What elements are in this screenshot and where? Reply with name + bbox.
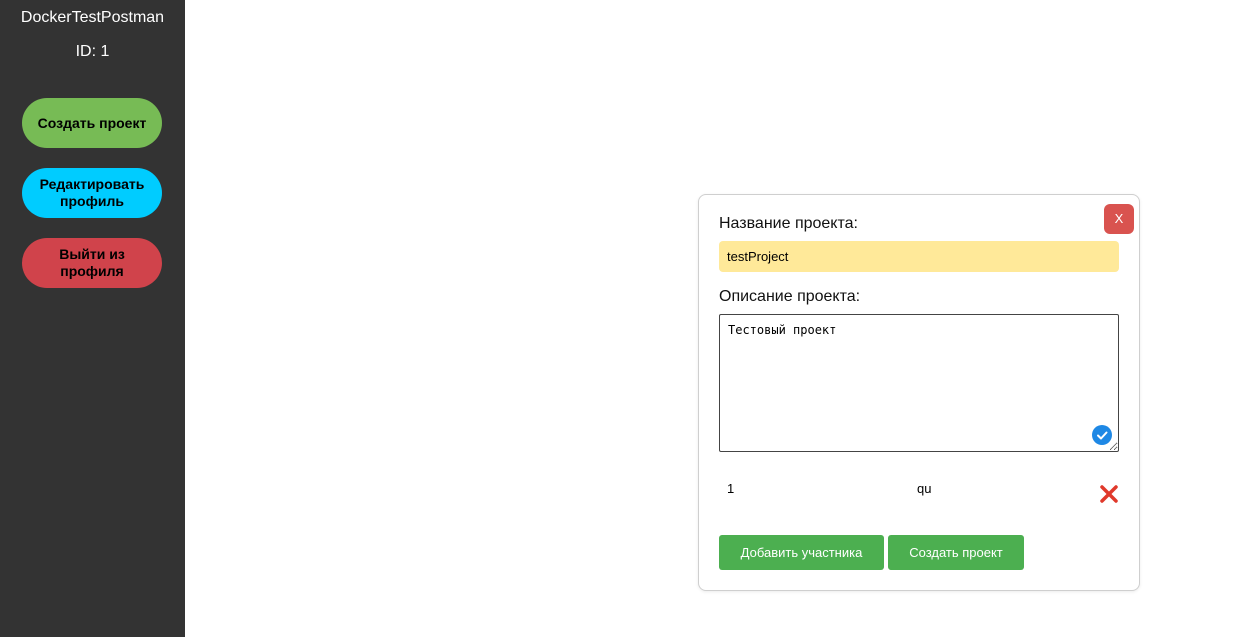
close-button[interactable]: X — [1104, 204, 1134, 234]
project-name-input[interactable] — [719, 241, 1119, 272]
project-description-label: Описание проекта: — [719, 288, 861, 305]
username: DockerTestPostman — [20, 9, 165, 26]
sidebar: DockerTestPostman ID: 1 Создать проект Р… — [0, 0, 185, 637]
create-project-modal: X Название проекта: Описание проекта: Те… — [698, 194, 1140, 591]
participant-id: 1 — [727, 481, 735, 496]
submit-create-project-button[interactable]: Создать проект — [888, 535, 1024, 570]
edit-profile-button[interactable]: Редактировать профиль — [22, 168, 162, 218]
project-name-label: Название проекта: — [719, 215, 858, 232]
create-project-button[interactable]: Создать проект — [22, 98, 162, 148]
user-id: ID: 1 — [75, 43, 110, 60]
add-participant-button[interactable]: Добавить участника — [719, 535, 884, 570]
remove-participant-icon[interactable] — [1099, 484, 1119, 504]
project-description-textarea[interactable]: Тестовый проект — [719, 314, 1119, 452]
check-icon — [1092, 425, 1112, 445]
logout-button[interactable]: Выйти из профиля — [22, 238, 162, 288]
participant-row: 1 qu — [719, 479, 1121, 509]
participant-name: qu — [917, 481, 932, 496]
